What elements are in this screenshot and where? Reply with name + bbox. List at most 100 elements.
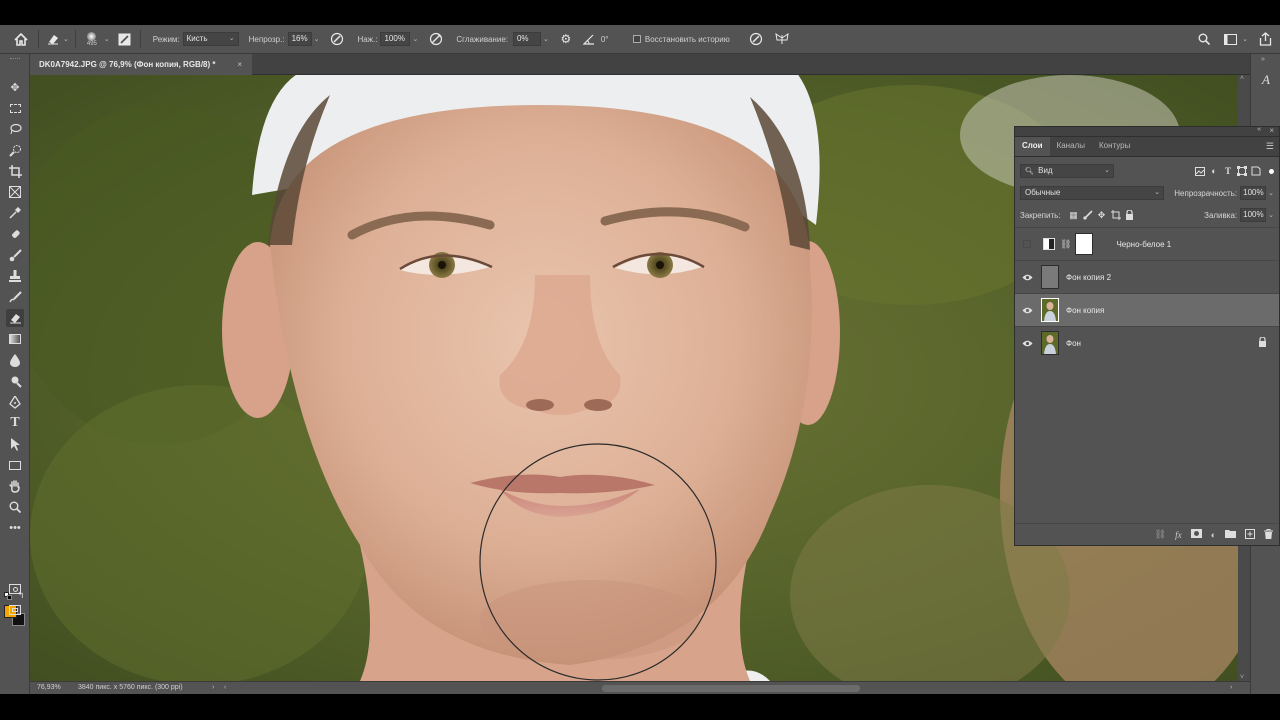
layer-name[interactable]: Фон (1066, 339, 1081, 348)
frame-tool-icon[interactable] (6, 183, 24, 201)
layer-name[interactable]: Фон копия (1066, 306, 1104, 315)
eraser-tool-icon[interactable] (6, 309, 24, 327)
tab-layers[interactable]: Слои (1015, 136, 1050, 156)
link-layers-icon[interactable]: ⛓ (1155, 529, 1166, 540)
crop-tool-icon[interactable] (6, 162, 24, 180)
search-icon[interactable] (1194, 33, 1214, 45)
delete-layer-icon[interactable] (1264, 528, 1273, 541)
scroll-down-icon[interactable]: ˅ (1240, 674, 1244, 681)
eyedropper-tool-icon[interactable] (6, 204, 24, 222)
pressure-slider-dropdown[interactable]: ⌄ (412, 35, 418, 43)
lock-transparent-pixels-icon[interactable]: ▦ (1067, 208, 1081, 222)
lock-image-pixels-icon[interactable] (1081, 208, 1095, 222)
lock-artboard-icon[interactable] (1109, 208, 1123, 222)
pressure-size-icon[interactable] (746, 32, 766, 46)
mask-link-icon[interactable]: ⛓ (1060, 239, 1071, 250)
layer-name[interactable]: Фон копия 2 (1066, 273, 1111, 282)
fill-dropdown[interactable]: ⌄ (1268, 211, 1274, 219)
scroll-right-icon[interactable]: › (1230, 682, 1232, 694)
visibility-toggle-empty[interactable] (1015, 240, 1039, 248)
layer-opacity-input[interactable]: 100% (1240, 186, 1267, 200)
scroll-left-icon[interactable]: ‹ (224, 682, 226, 694)
airbrush-icon[interactable] (426, 32, 446, 46)
new-layer-icon[interactable] (1245, 528, 1255, 541)
document-tab[interactable]: DK0A7942.JPG @ 76,9% (Фон копия, RGB/8) … (30, 54, 252, 75)
zoom-tool-icon[interactable] (6, 498, 24, 516)
history-brush-tool-icon[interactable] (6, 288, 24, 306)
lasso-tool-icon[interactable] (6, 120, 24, 138)
close-tab-icon[interactable]: × (237, 54, 242, 75)
tool-preset-dropdown[interactable]: ⌄ (63, 35, 69, 43)
pressure-opacity-icon[interactable] (327, 32, 347, 46)
rectangle-tool-icon[interactable] (6, 456, 24, 474)
toolbar-grip[interactable] (10, 58, 20, 60)
healing-brush-tool-icon[interactable] (6, 225, 24, 243)
add-mask-icon[interactable] (1190, 529, 1202, 540)
layer-name[interactable]: Черно-белое 1 (1116, 240, 1171, 249)
lock-all-icon[interactable] (1123, 208, 1137, 222)
share-icon[interactable] (1254, 32, 1276, 46)
eraser-tool-preset-icon[interactable] (45, 33, 61, 45)
quick-selection-tool-icon[interactable] (6, 141, 24, 159)
path-selection-tool-icon[interactable] (6, 435, 24, 453)
layer-row[interactable]: Фон копия 2 (1015, 260, 1279, 293)
zoom-level[interactable]: 76,93% (37, 682, 61, 694)
layer-row-selected[interactable]: Фон копия (1015, 293, 1279, 326)
character-panel-icon[interactable]: A (1258, 72, 1274, 88)
opacity-input[interactable]: 16% (287, 32, 312, 46)
status-menu-chevron-icon[interactable]: › (212, 682, 214, 694)
smoothing-input[interactable]: 0% (512, 32, 541, 46)
gradient-tool-icon[interactable] (6, 330, 24, 348)
more-tools-icon[interactable]: ••• (6, 519, 24, 537)
blur-tool-icon[interactable] (6, 351, 24, 369)
clone-stamp-tool-icon[interactable] (6, 267, 24, 285)
marquee-tool-icon[interactable] (6, 99, 24, 117)
quick-mask-icon[interactable] (6, 580, 24, 598)
smoothing-slider-dropdown[interactable]: ⌄ (543, 35, 549, 43)
horizontal-scroll-thumb[interactable] (602, 685, 860, 692)
pressure-input[interactable]: 100% (380, 32, 411, 46)
tab-paths[interactable]: Контуры (1092, 136, 1137, 156)
new-group-icon[interactable] (1225, 529, 1236, 540)
blend-mode-select[interactable]: Обычные ⌄ (1020, 186, 1164, 200)
workspace-dropdown[interactable]: ⌄ (1242, 35, 1248, 43)
eye-icon[interactable] (1015, 274, 1039, 281)
home-icon[interactable] (10, 32, 32, 46)
layer-row[interactable]: Фон (1015, 326, 1279, 359)
pen-tool-icon[interactable] (6, 393, 24, 411)
fill-input[interactable]: 100% (1240, 208, 1267, 222)
restore-history-checkbox[interactable] (632, 35, 641, 43)
tab-channels[interactable]: Каналы (1050, 136, 1092, 156)
close-panel-icon[interactable]: × (1269, 126, 1274, 135)
panel-menu-icon[interactable]: ☰ (1266, 136, 1274, 156)
brush-tool-icon[interactable] (6, 246, 24, 264)
filter-toggle[interactable] (1269, 168, 1274, 174)
filter-adjustment-icon[interactable]: ◐ (1207, 164, 1221, 178)
filter-pixel-icon[interactable] (1193, 164, 1207, 178)
new-adjustment-layer-icon[interactable]: ◐ (1211, 530, 1216, 540)
opacity-dropdown[interactable]: ⌄ (1268, 189, 1274, 197)
brush-preset-picker[interactable]: 495 (82, 31, 102, 47)
screen-mode-icon[interactable] (6, 601, 24, 619)
eye-icon[interactable] (1015, 340, 1039, 347)
brush-picker-dropdown[interactable]: ⌄ (104, 35, 110, 43)
hand-tool-icon[interactable] (6, 477, 24, 495)
scroll-up-icon[interactable]: ˄ (1240, 75, 1244, 82)
dodge-tool-icon[interactable] (6, 372, 24, 390)
gear-icon[interactable]: ⚙ (557, 32, 575, 46)
layer-row[interactable]: ⛓ Черно-белое 1 (1015, 227, 1279, 260)
workspace-icon[interactable] (1220, 33, 1240, 45)
move-tool-icon[interactable]: ✥ (6, 78, 24, 96)
filter-shape-icon[interactable] (1235, 164, 1249, 178)
layer-lock-icon[interactable] (1258, 336, 1267, 349)
layer-mask-thumbnail[interactable] (1075, 233, 1094, 255)
angle-value[interactable]: 0° (601, 35, 623, 44)
brush-settings-panel-icon[interactable] (116, 33, 134, 46)
panel-header[interactable]: « × (1015, 126, 1279, 137)
opacity-slider-dropdown[interactable]: ⌄ (314, 35, 320, 43)
layer-style-fx-icon[interactable]: fx (1175, 530, 1182, 540)
filter-smart-object-icon[interactable] (1249, 164, 1263, 178)
type-tool-icon[interactable]: T (6, 414, 24, 432)
lock-position-icon[interactable]: ✥ (1095, 208, 1109, 222)
eye-icon[interactable] (1015, 307, 1039, 314)
